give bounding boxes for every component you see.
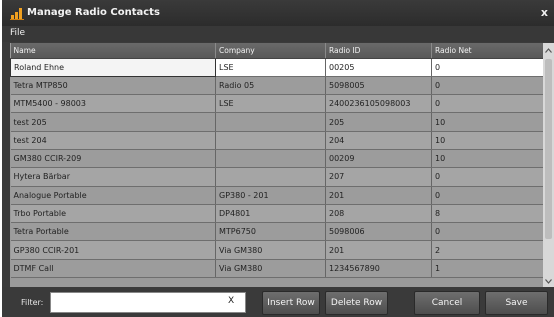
cell-radio-net[interactable]: 0 — [431, 58, 544, 77]
bar-chart-icon — [10, 8, 24, 20]
cell-radio-net[interactable]: 10 — [431, 149, 544, 169]
cell-company[interactable]: Radio 05 — [215, 76, 326, 96]
cell-name[interactable]: Roland Ehne — [10, 57, 216, 77]
cell-radio-net[interactable]: 10 — [431, 112, 544, 132]
header-row: Name Company Radio ID Radio Net — [10, 43, 544, 59]
cell-name[interactable]: Tetra MTP850 — [10, 76, 216, 96]
cell-company[interactable]: LSE — [215, 94, 326, 114]
chevron-up-icon[interactable] — [545, 48, 552, 53]
table-row[interactable]: Tetra MTP850 Radio 05 5098005 0 — [10, 76, 544, 96]
title-bar: Manage Radio Contacts x — [2, 0, 554, 26]
cell-company[interactable] — [215, 167, 326, 187]
cell-name[interactable]: GP380 CCIR-201 — [10, 240, 216, 260]
table-row[interactable]: Hytera Bärbar 207 0 — [10, 167, 544, 187]
cell-name[interactable]: Trbo Portable — [10, 204, 216, 224]
column-header-radio-net[interactable]: Radio Net — [431, 43, 544, 59]
menu-file[interactable]: File — [10, 28, 25, 38]
cell-company[interactable]: Via GM380 — [215, 259, 326, 279]
close-button[interactable]: x — [541, 6, 548, 19]
table-row[interactable]: test 204 204 10 — [10, 131, 544, 150]
scrollbar-thumb[interactable] — [545, 59, 552, 239]
cell-name[interactable]: test 205 — [10, 112, 216, 132]
cell-radio-net[interactable]: 1 — [431, 259, 544, 279]
cell-radio-net[interactable]: 2 — [431, 240, 544, 260]
cell-company[interactable] — [215, 112, 326, 132]
contacts-table: Name Company Radio ID Radio Net Roland E… — [10, 43, 544, 279]
cell-radio-net[interactable]: 0 — [431, 186, 544, 205]
cell-radio-id[interactable]: 5098006 — [325, 222, 432, 242]
table-row[interactable]: test 205 205 10 — [10, 112, 544, 132]
cell-name[interactable]: DTMF Call — [10, 259, 216, 279]
table-row[interactable]: Tetra Portable MTP6750 5098006 0 — [10, 222, 544, 242]
cell-radio-id[interactable]: 00205 — [325, 58, 432, 77]
save-button[interactable]: Save — [485, 291, 548, 315]
table-row[interactable]: Trbo Portable DP4801 208 8 — [10, 204, 544, 224]
bottom-toolbar: Filter: X Insert Row Delete Row Cancel S… — [2, 287, 554, 317]
cell-name[interactable]: Analogue Portable — [10, 186, 216, 205]
cell-radio-id[interactable]: 204 — [325, 131, 432, 150]
table-row[interactable]: MTM5400 - 98003 LSE 2400236105098003 0 — [10, 94, 544, 114]
cancel-button[interactable]: Cancel — [414, 291, 480, 315]
cell-company[interactable]: GP380 - 201 — [215, 186, 326, 205]
cell-company[interactable]: DP4801 — [215, 204, 326, 224]
cell-radio-id[interactable]: 205 — [325, 112, 432, 132]
cell-name[interactable]: test 204 — [10, 131, 216, 150]
manage-radio-contacts-window: Manage Radio Contacts x File Name Compan… — [2, 0, 554, 317]
cell-radio-id[interactable]: 2400236105098003 — [325, 94, 432, 114]
table-row[interactable]: DTMF Call Via GM380 1234567890 1 — [10, 259, 544, 279]
table-row[interactable]: Analogue Portable GP380 - 201 201 0 — [10, 186, 544, 205]
insert-row-button[interactable]: Insert Row — [262, 291, 320, 315]
filter-input[interactable] — [50, 292, 246, 313]
cell-radio-net[interactable]: 8 — [431, 204, 544, 224]
delete-row-button[interactable]: Delete Row — [325, 291, 388, 315]
window-title: Manage Radio Contacts — [27, 7, 160, 18]
cell-radio-id[interactable]: 201 — [325, 186, 432, 205]
table-row[interactable]: GM380 CCIR-209 00209 10 — [10, 149, 544, 169]
column-header-name[interactable]: Name — [10, 43, 216, 59]
cell-name[interactable]: GM380 CCIR-209 — [10, 149, 216, 169]
cell-name[interactable]: MTM5400 - 98003 — [10, 94, 216, 114]
column-header-radio-id[interactable]: Radio ID — [325, 43, 432, 59]
cell-radio-id[interactable]: 201 — [325, 240, 432, 260]
cell-company[interactable]: LSE — [215, 58, 326, 77]
filter-clear-button[interactable]: X — [228, 296, 234, 306]
filter-label: Filter: — [21, 298, 44, 307]
cell-radio-net[interactable]: 0 — [431, 94, 544, 114]
column-header-company[interactable]: Company — [215, 43, 326, 59]
cell-company[interactable] — [215, 131, 326, 150]
cell-radio-net[interactable]: 10 — [431, 131, 544, 150]
cell-radio-id[interactable]: 1234567890 — [325, 259, 432, 279]
cell-radio-net[interactable]: 0 — [431, 167, 544, 187]
chevron-down-icon[interactable] — [545, 279, 552, 284]
cell-radio-id[interactable]: 208 — [325, 204, 432, 224]
cell-company[interactable] — [215, 149, 326, 169]
cell-radio-id[interactable]: 00209 — [325, 149, 432, 169]
contacts-grid: Name Company Radio ID Radio Net Roland E… — [10, 43, 554, 287]
cell-company[interactable]: Via GM380 — [215, 240, 326, 260]
menu-bar: File — [2, 26, 554, 42]
table-row[interactable]: Roland Ehne LSE 00205 0 — [10, 57, 544, 77]
cell-company[interactable]: MTP6750 — [215, 222, 326, 242]
cell-radio-net[interactable]: 0 — [431, 222, 544, 242]
cell-radio-id[interactable]: 5098005 — [325, 76, 432, 96]
vertical-scrollbar[interactable] — [543, 43, 554, 287]
cell-radio-id[interactable]: 207 — [325, 167, 432, 187]
cell-name[interactable]: Tetra Portable — [10, 222, 216, 242]
cell-name[interactable]: Hytera Bärbar — [10, 167, 216, 187]
cell-radio-net[interactable]: 0 — [431, 76, 544, 96]
table-row[interactable]: GP380 CCIR-201 Via GM380 201 2 — [10, 240, 544, 260]
